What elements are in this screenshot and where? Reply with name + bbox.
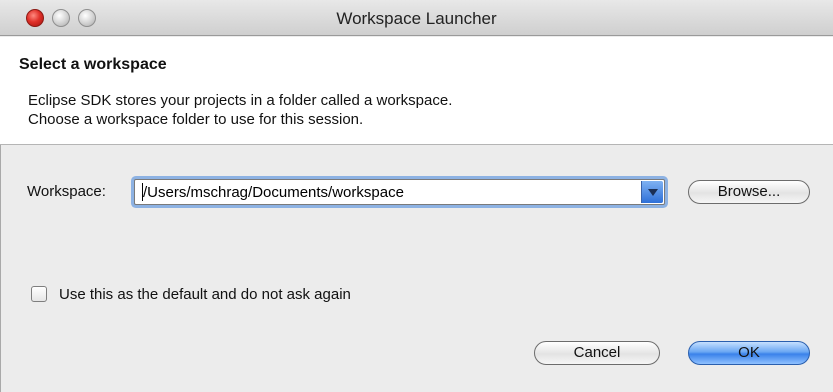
description-line-1: Eclipse SDK stores your projects in a fo… xyxy=(28,92,453,109)
dropdown-arrow-icon[interactable] xyxy=(641,181,663,203)
workspace-combo-box[interactable]: /Users/mschrag/Documents/workspace xyxy=(134,179,665,205)
workspace-label: Workspace: xyxy=(27,183,106,200)
default-workspace-checkbox-label[interactable]: Use this as the default and do not ask a… xyxy=(59,286,351,303)
workspace-path-input[interactable]: /Users/mschrag/Documents/workspace xyxy=(143,184,404,201)
workspace-launcher-window: Workspace Launcher Select a workspace Ec… xyxy=(0,0,833,392)
dialog-header: Select a workspace Eclipse SDK stores yo… xyxy=(0,37,833,145)
window-left-edge xyxy=(0,145,8,392)
ok-button[interactable]: OK xyxy=(688,341,810,365)
dialog-header-title: Select a workspace xyxy=(19,56,167,73)
dialog-header-description: Eclipse SDK stores your projects in a fo… xyxy=(28,91,452,129)
title-bar: Workspace Launcher xyxy=(0,0,833,36)
window-title: Workspace Launcher xyxy=(336,9,497,28)
description-line-2: Choose a workspace folder to use for thi… xyxy=(28,111,364,128)
browse-button[interactable]: Browse... xyxy=(688,180,810,204)
default-workspace-checkbox[interactable] xyxy=(31,286,47,302)
cancel-button[interactable]: Cancel xyxy=(534,341,660,365)
